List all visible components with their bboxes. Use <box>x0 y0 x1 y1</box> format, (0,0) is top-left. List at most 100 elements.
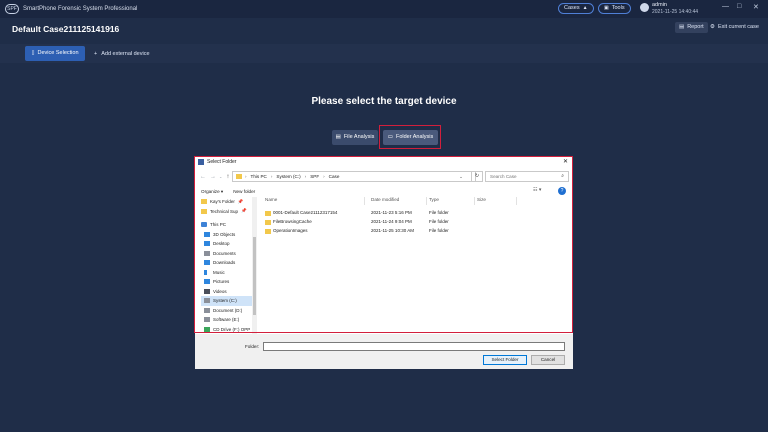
navigation-tree[interactable]: Kay's Folder 📌 Technical Sup 📌 This PC 3D … <box>201 197 252 334</box>
tree-item[interactable]: Documents <box>201 249 252 259</box>
refresh-button[interactable]: ↻ <box>471 171 483 182</box>
file-name: FileBrowsingCache <box>273 219 312 224</box>
pc-icon <box>201 222 207 228</box>
tree-item[interactable]: Technical Sup 📌 <box>201 207 252 217</box>
tools-label: Tools <box>611 5 625 11</box>
table-row[interactable]: FileBrowsingCache 2021-11-24 9:04 PM Fil… <box>261 218 501 227</box>
tree-item[interactable]: 3D Objects <box>201 230 252 240</box>
minimize-button[interactable]: — <box>722 3 729 10</box>
page-title: Please select the target device <box>311 96 457 107</box>
breadcrumb-separator: › <box>245 174 247 179</box>
tree-item-label: Technical Sup <box>210 208 239 214</box>
tab-device-selection[interactable]: ▯ Device Selection <box>25 46 85 61</box>
forward-arrow-icon[interactable]: → <box>210 174 216 180</box>
user-time: 2021-11-25 14:40:44 <box>652 9 699 15</box>
search-icon: ⌕ <box>561 173 564 179</box>
tree-item[interactable]: Kay's Folder 📌 <box>201 197 252 207</box>
new-folder-button[interactable]: New folder <box>233 189 255 194</box>
table-row[interactable]: 0001-Default Case21112317154 2021-11-23 … <box>261 209 501 218</box>
phone-icon: ▯ <box>31 50 35 56</box>
table-row[interactable]: OperationImages 2021-11-25 10:30 AM File… <box>261 227 501 236</box>
tree-item-label: 3D Objects <box>213 231 236 237</box>
column-header-size[interactable]: Size <box>477 197 517 205</box>
tree-item-label: Software (E:) <box>213 317 240 323</box>
breadcrumb-item[interactable]: SPF <box>310 174 319 179</box>
tree-item[interactable]: CD Drive (F:) OPP <box>201 325 252 335</box>
highlight-box <box>379 125 441 149</box>
breadcrumb-item[interactable]: Case <box>329 174 340 179</box>
tree-item-selected[interactable]: System (C:) <box>201 296 252 306</box>
report-button[interactable]: ▤ Report <box>675 22 708 33</box>
folder-icon <box>236 174 242 179</box>
folder-icon <box>265 220 271 225</box>
chevron-up-icon: ▲ <box>582 5 588 11</box>
document-icon <box>204 250 210 256</box>
case-title: Default Case211125141916 <box>12 24 120 34</box>
desktop-icon <box>204 241 210 247</box>
tree-item-label: Downloads <box>213 260 236 266</box>
view-options-icon[interactable]: ☷ ▾ <box>533 187 541 193</box>
pin-icon: 📌 <box>237 198 244 204</box>
tree-item[interactable]: This PC <box>201 220 252 230</box>
close-icon[interactable]: ✕ <box>563 158 568 165</box>
drive-icon <box>204 298 210 304</box>
tree-item[interactable]: Pictures <box>201 277 252 287</box>
music-icon <box>204 269 207 275</box>
organize-button[interactable]: Organize ▾ <box>201 189 223 195</box>
close-button[interactable]: ✕ <box>753 3 759 11</box>
breadcrumb-separator: › <box>304 174 307 179</box>
search-input[interactable]: Search Case ⌕ <box>485 171 569 182</box>
tab-device-selection-label: Device Selection <box>37 50 79 56</box>
gear-icon: ⚙ <box>710 24 715 30</box>
tree-item-label: Kay's Folder <box>210 199 235 205</box>
recent-chevron-icon[interactable]: ⌄ <box>219 174 222 179</box>
back-arrow-icon[interactable]: ← <box>200 174 206 180</box>
maximize-button[interactable]: □ <box>737 3 741 10</box>
tree-item[interactable]: Downloads <box>201 258 252 268</box>
select-folder-button[interactable]: Select Folder <box>483 355 527 365</box>
tree-item-label: Document (D:) <box>213 307 243 313</box>
exit-case-label: Exit current case <box>717 24 759 30</box>
pin-icon: 📌 <box>241 208 247 214</box>
video-icon <box>204 288 210 294</box>
tree-item[interactable]: Document (D:) <box>201 306 252 316</box>
avatar[interactable] <box>640 3 649 12</box>
chevron-down-icon[interactable]: ⌄ <box>459 174 463 180</box>
tree-item[interactable]: Videos <box>201 287 252 297</box>
tree-item-label: Videos <box>213 288 227 294</box>
file-date: 2021-11-24 9:04 PM <box>371 219 412 224</box>
column-header-name[interactable]: Name <box>265 197 365 205</box>
file-type: File folder <box>429 219 449 224</box>
address-bar[interactable]: › This PC › System (C:) › SPF › Case ⌄ <box>232 171 476 182</box>
tree-item[interactable]: Desktop <box>201 239 252 249</box>
tools-button[interactable]: ▣ Tools <box>598 3 631 14</box>
chevron-down-icon[interactable]: ⌄ <box>108 25 112 31</box>
add-external-device-button[interactable]: + Add external device <box>94 48 150 60</box>
column-header-date[interactable]: Date modified <box>371 197 427 205</box>
tree-item[interactable]: Software (E:) <box>201 315 252 325</box>
download-icon <box>204 260 210 266</box>
column-header-type[interactable]: Type <box>429 197 475 205</box>
search-placeholder: Search Case <box>490 174 517 179</box>
tree-item-label: Pictures <box>213 279 230 285</box>
tree-scrollbar-thumb[interactable] <box>253 237 256 315</box>
folder-input[interactable] <box>263 342 565 351</box>
cases-button[interactable]: Cases ▲ <box>558 3 594 14</box>
up-arrow-icon[interactable]: ↑ <box>226 174 229 180</box>
breadcrumb-item[interactable]: System (C:) <box>276 174 300 179</box>
file-list[interactable]: Name Date modified Type Size 0001-Defaul… <box>261 197 571 334</box>
file-analysis-button[interactable]: ▤ File Analysis <box>332 130 378 145</box>
tree-item[interactable]: Music <box>201 268 252 278</box>
cancel-button[interactable]: Cancel <box>531 355 565 365</box>
exit-case-button[interactable]: ⚙ Exit current case <box>710 22 759 33</box>
help-icon[interactable]: ? <box>558 187 566 195</box>
picture-icon <box>204 279 210 285</box>
file-type: File folder <box>429 210 449 215</box>
command-bar: Organize ▾ New folder ☷ ▾ ? <box>195 187 573 196</box>
file-date: 2021-11-25 10:30 AM <box>371 228 414 233</box>
breadcrumb-item[interactable]: This PC <box>251 174 267 179</box>
breadcrumb-separator: › <box>323 174 325 179</box>
folder-icon <box>265 229 271 234</box>
drive-icon <box>204 317 210 323</box>
file-analysis-label: File Analysis <box>343 134 375 140</box>
